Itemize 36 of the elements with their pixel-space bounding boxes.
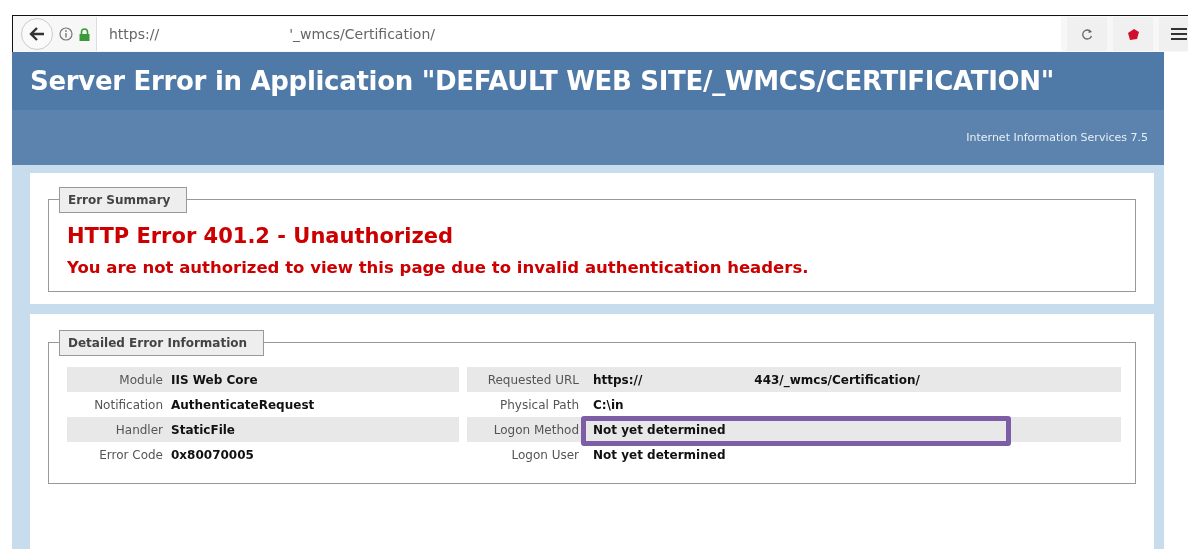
error-heading: HTTP Error 401.2 - Unauthorized	[67, 224, 454, 248]
menu-icon	[1171, 27, 1187, 41]
lock-icon	[79, 27, 90, 41]
detail-label: Notification	[93, 397, 164, 412]
server-name: Internet Information Services 7.5	[966, 131, 1148, 144]
detail-label: Handler	[114, 422, 164, 437]
url-text: https://	[109, 26, 160, 42]
detail-value: Not yet determined	[593, 447, 726, 462]
detail-value: https://	[593, 372, 643, 387]
detail-value: AuthenticateRequest	[171, 397, 315, 412]
reload-icon	[1081, 28, 1093, 40]
extension-icon	[1125, 27, 1141, 41]
url-text: '_wmcs/Certification/	[289, 26, 435, 42]
address-bar[interactable]: https:// '_wmcs/Certification/	[96, 17, 1061, 51]
page-title: Server Error in Application "DEFAULT WEB SITE/_WMCS/CERTIFICATION"	[30, 66, 1055, 96]
extension-button[interactable]	[1113, 17, 1153, 51]
menu-button[interactable]	[1159, 17, 1188, 51]
detail-label: Error Code	[98, 447, 164, 462]
detail-value: 0x80070005	[171, 447, 254, 462]
detail-label: Logon User	[510, 447, 579, 462]
back-arrow-icon	[29, 27, 45, 41]
detail-value: StaticFile	[171, 422, 235, 437]
detail-value: Not yet determined	[593, 422, 726, 437]
detail-label: Logon Method	[492, 422, 579, 437]
detail-label: Module	[118, 372, 164, 387]
reload-button[interactable]	[1067, 17, 1107, 51]
section-legend: Detailed Error Information	[59, 330, 265, 356]
section-legend: Error Summary	[59, 187, 188, 213]
detail-value: C:\in	[593, 397, 624, 412]
info-icon[interactable]	[59, 27, 73, 41]
detail-value: 443/_wmcs/Certification/	[754, 372, 920, 387]
back-button[interactable]	[21, 18, 53, 50]
detail-value: IIS Web Core	[171, 372, 258, 387]
error-message: You are not authorized to view this page due to invalid authentication headers.	[67, 258, 810, 277]
detail-label: Physical Path	[499, 397, 579, 412]
detail-label: Requested URL	[486, 372, 579, 387]
